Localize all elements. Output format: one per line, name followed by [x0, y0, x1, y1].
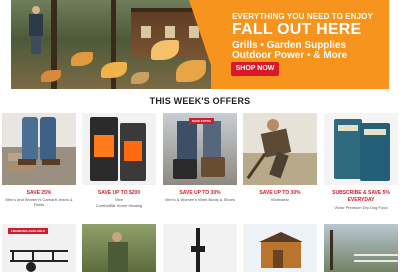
save-extra-badge: SAVE EXTRA [189, 118, 214, 124]
offer-card-halter[interactable] [163, 224, 237, 272]
offer-title: SAVE UP TO $200 [97, 190, 141, 196]
offer-title: SAVE UP TO 30% [179, 190, 221, 196]
offer-title: SAVE UP TO 30% [259, 190, 301, 196]
offer-card-dogfood[interactable] [324, 113, 398, 185]
offer-title-line-2: EVERYDAY [347, 197, 375, 203]
offer-card-trailer[interactable]: FINANCING AVAILABLE [2, 224, 76, 272]
offer-subtitle: Victor Premium Dry Dog Food [334, 205, 388, 210]
offer-card-coop[interactable] [243, 224, 317, 272]
offer-card-jeans[interactable] [2, 113, 76, 185]
hero-tagline: EVERYTHING YOU NEED TO ENJOY [232, 12, 373, 21]
offer-brand: Vitre [114, 197, 124, 202]
offer-card-stoves[interactable] [82, 113, 156, 185]
financing-badge: FINANCING AVAILABLE [8, 228, 49, 234]
offer-card-fence[interactable] [324, 224, 398, 272]
hero-headline: FALL OUT HERE [232, 21, 362, 38]
hero-line-2: Outdoor Power • & More [232, 50, 348, 61]
offer-subtitle: Workwear [271, 197, 289, 202]
offer-title: SUBSCRIBE & SAVE 5% [332, 190, 390, 196]
shop-now-button[interactable]: SHOP NOW [231, 62, 279, 76]
offer-card-boots[interactable]: SAVE EXTRA [163, 113, 237, 185]
offer-card-outdoor[interactable] [82, 224, 156, 272]
offer-subtitle: ComfortBilt Home Heating [95, 203, 143, 208]
offer-card-workwear[interactable] [243, 113, 317, 185]
offer-subtitle: Men's and Women's Carhartt Jeans & Pants [5, 197, 73, 207]
offer-title: SAVE 25% [26, 190, 52, 196]
section-title: THIS WEEK'S OFFERS [149, 96, 251, 106]
offer-subtitle: Men's & Women's Work Boots & Shoes [165, 197, 235, 202]
